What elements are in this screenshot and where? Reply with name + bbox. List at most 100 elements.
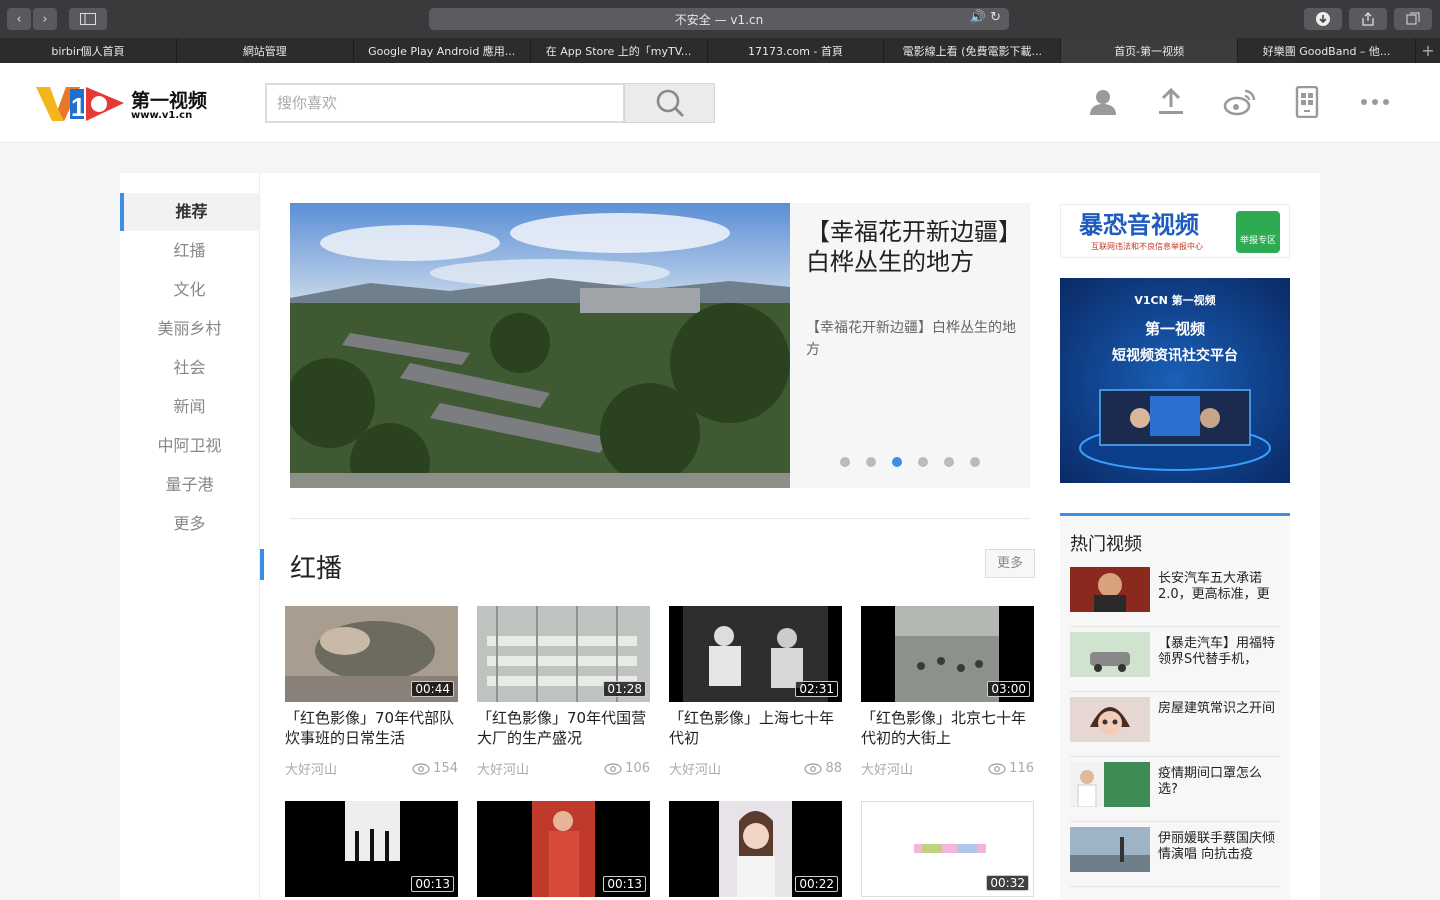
v1-platform-ad[interactable]: V1CN 第一视频 第一视频 短视频资讯社交平台: [1060, 278, 1290, 483]
video-thumbnail[interactable]: 02:31: [669, 606, 842, 702]
video-card[interactable]: 02:31 「红色影像」上海七十年代初 大好河山 88: [669, 606, 842, 778]
section-accent-bar: [260, 549, 264, 580]
nav-item-culture[interactable]: 文化: [120, 271, 259, 309]
video-title[interactable]: 「红色影像」上海七十年代初: [669, 708, 842, 748]
video-title[interactable]: 「红色影像」70年代国营大厂的生产盛况: [477, 708, 650, 748]
video-thumbnail[interactable]: 00:13: [285, 801, 458, 897]
nav-item-china-arab-tv[interactable]: 中阿卫视: [120, 427, 259, 465]
browser-tab[interactable]: 網站管理: [177, 38, 354, 63]
hot-video-item[interactable]: 房屋建筑常识之开间: [1070, 697, 1280, 757]
user-icon[interactable]: [1086, 85, 1120, 119]
hot-video-item[interactable]: 疫情期间口罩怎么选?: [1070, 762, 1280, 822]
video-card[interactable]: 03:00 「红色影像」北京七十年代初的大街上 大好河山 116: [861, 606, 1034, 778]
browser-tab[interactable]: birbir個人首頁: [0, 38, 177, 63]
new-tab-icon[interactable]: +: [1416, 38, 1440, 63]
back-button[interactable]: ‹: [7, 8, 31, 30]
carousel-dot[interactable]: [918, 457, 928, 467]
hot-video-title[interactable]: 长安汽车五大承诺2.0，更高标准，更: [1158, 571, 1280, 605]
ad1-badge-text: 举报专区: [1240, 234, 1276, 246]
svg-text:1: 1: [71, 92, 85, 122]
video-duration: 00:13: [603, 876, 646, 892]
video-thumbnail[interactable]: 00:32: [861, 801, 1034, 897]
video-card[interactable]: 00:32: [861, 801, 1034, 897]
more-icon[interactable]: [1358, 85, 1392, 119]
main-content: 推荐 红播 文化 美丽乡村 社会 新闻 中阿卫视 量子港 更多 【幸福花开新边疆…: [120, 173, 1320, 900]
report-ad-banner[interactable]: 暴恐音视频 互联网违法和不良信息举报中心 举报专区: [1060, 204, 1290, 258]
browser-tab[interactable]: 17173.com - 首頁: [708, 38, 885, 63]
video-thumbnail[interactable]: 00:22: [669, 801, 842, 897]
video-thumbnail[interactable]: 01:28: [477, 606, 650, 702]
views-eye-icon: [804, 762, 823, 775]
banner-image[interactable]: [290, 203, 790, 488]
browser-tab[interactable]: 電影線上看 (免費電影下載...: [884, 38, 1062, 63]
video-author[interactable]: 大好河山: [285, 759, 337, 778]
video-thumbnail[interactable]: 00:44: [285, 606, 458, 702]
browser-tab[interactable]: 在 App Store 上的「myTV...: [531, 38, 708, 63]
hot-video-title[interactable]: 【暴走汽车】用福特领界S代替手机，: [1158, 636, 1280, 670]
video-card[interactable]: 00:22: [669, 801, 842, 897]
banner-title[interactable]: 【幸福花开新边疆】白桦丛生的地方: [806, 217, 1021, 277]
banner-carousel[interactable]: 【幸福花开新边疆】白桦丛生的地方 【幸福花开新边疆】白桦丛生的地方: [290, 203, 1030, 488]
download-icon: [1316, 12, 1330, 26]
hot-video-thumbnail[interactable]: [1070, 827, 1150, 872]
nav-item-more[interactable]: 更多: [120, 505, 259, 543]
site-header: 1 第一视频 www.v1.cn 搜你喜欢: [0, 63, 1440, 143]
video-author[interactable]: 大好河山: [477, 759, 529, 778]
hot-video-title[interactable]: 疫情期间口罩怎么选?: [1158, 766, 1280, 800]
search-icon: [656, 89, 684, 117]
nav-item-quantum[interactable]: 量子港: [120, 466, 259, 504]
nav-item-news[interactable]: 新闻: [120, 388, 259, 426]
section-more-button[interactable]: 更多: [985, 549, 1035, 578]
video-card[interactable]: 00:44 「红色影像」70年代部队炊事班的日常生活 大好河山 154: [285, 606, 458, 778]
speaker-icon[interactable]: 🔊: [970, 10, 986, 25]
video-thumbnail[interactable]: 00:13: [477, 801, 650, 897]
nav-item-society[interactable]: 社会: [120, 349, 259, 387]
hot-video-item[interactable]: 【暴走汽车】用福特领界S代替手机，: [1070, 632, 1280, 692]
carousel-dot-active[interactable]: [892, 457, 902, 467]
nav-item-hongbo[interactable]: 红播: [120, 232, 259, 270]
site-logo[interactable]: 1 第一视频 www.v1.cn: [36, 83, 216, 125]
mobile-app-icon[interactable]: [1290, 85, 1324, 119]
hot-video-thumbnail[interactable]: [1070, 697, 1150, 742]
video-title[interactable]: 「红色影像」北京七十年代初的大街上: [861, 708, 1034, 748]
sidebar-toggle-button[interactable]: [69, 8, 107, 30]
carousel-dot[interactable]: [970, 457, 980, 467]
address-bar[interactable]: 不安全 — v1.cn 🔊 ↻: [429, 8, 1009, 30]
carousel-dot[interactable]: [944, 457, 954, 467]
ad1-sub-text: 互联网违法和不良信息举报中心: [1091, 241, 1203, 251]
hot-video-title[interactable]: 伊丽媛联手蔡国庆倾情演唱 向抗击疫: [1158, 831, 1280, 865]
weibo-icon[interactable]: [1223, 85, 1257, 119]
section-divider: [290, 518, 1030, 519]
share-button[interactable]: [1349, 8, 1387, 30]
forward-button[interactable]: ›: [33, 8, 57, 30]
video-author[interactable]: 大好河山: [861, 759, 913, 778]
ad1-main-text: 暴恐音视频: [1079, 211, 1199, 239]
carousel-dot[interactable]: [866, 457, 876, 467]
search-input[interactable]: 搜你喜欢: [265, 83, 625, 123]
hot-videos-title: 热门视频: [1070, 534, 1142, 555]
browser-tab[interactable]: 好樂團 GoodBand – 他...: [1238, 38, 1416, 63]
video-views: 106: [625, 761, 650, 776]
search-button[interactable]: [624, 83, 715, 123]
video-author[interactable]: 大好河山: [669, 759, 721, 778]
carousel-dot[interactable]: [840, 457, 850, 467]
hot-video-item[interactable]: 伊丽媛联手蔡国庆倾情演唱 向抗击疫: [1070, 827, 1280, 887]
browser-tab[interactable]: Google Play Android 應用...: [354, 38, 531, 63]
hot-video-thumbnail[interactable]: [1070, 567, 1150, 612]
download-button[interactable]: [1304, 8, 1342, 30]
nav-item-recommend[interactable]: 推荐: [120, 193, 259, 231]
hot-video-title[interactable]: 房屋建筑常识之开间: [1158, 701, 1280, 735]
browser-tab-active[interactable]: 首页-第一视频: [1061, 38, 1239, 63]
nav-item-rural[interactable]: 美丽乡村: [120, 310, 259, 348]
hot-video-item[interactable]: 长安汽车五大承诺2.0，更高标准，更: [1070, 567, 1280, 627]
hot-video-thumbnail[interactable]: [1070, 632, 1150, 677]
video-title[interactable]: 「红色影像」70年代部队炊事班的日常生活: [285, 708, 458, 748]
tabs-overview-button[interactable]: [1394, 8, 1432, 30]
video-card[interactable]: 00:13: [285, 801, 458, 897]
upload-icon[interactable]: [1154, 85, 1188, 119]
video-thumbnail[interactable]: 03:00: [861, 606, 1034, 702]
video-card[interactable]: 01:28 「红色影像」70年代国营大厂的生产盛况 大好河山 106: [477, 606, 650, 778]
hot-video-thumbnail[interactable]: [1070, 762, 1150, 807]
reload-icon[interactable]: ↻: [990, 10, 1001, 25]
video-card[interactable]: 00:13: [477, 801, 650, 897]
